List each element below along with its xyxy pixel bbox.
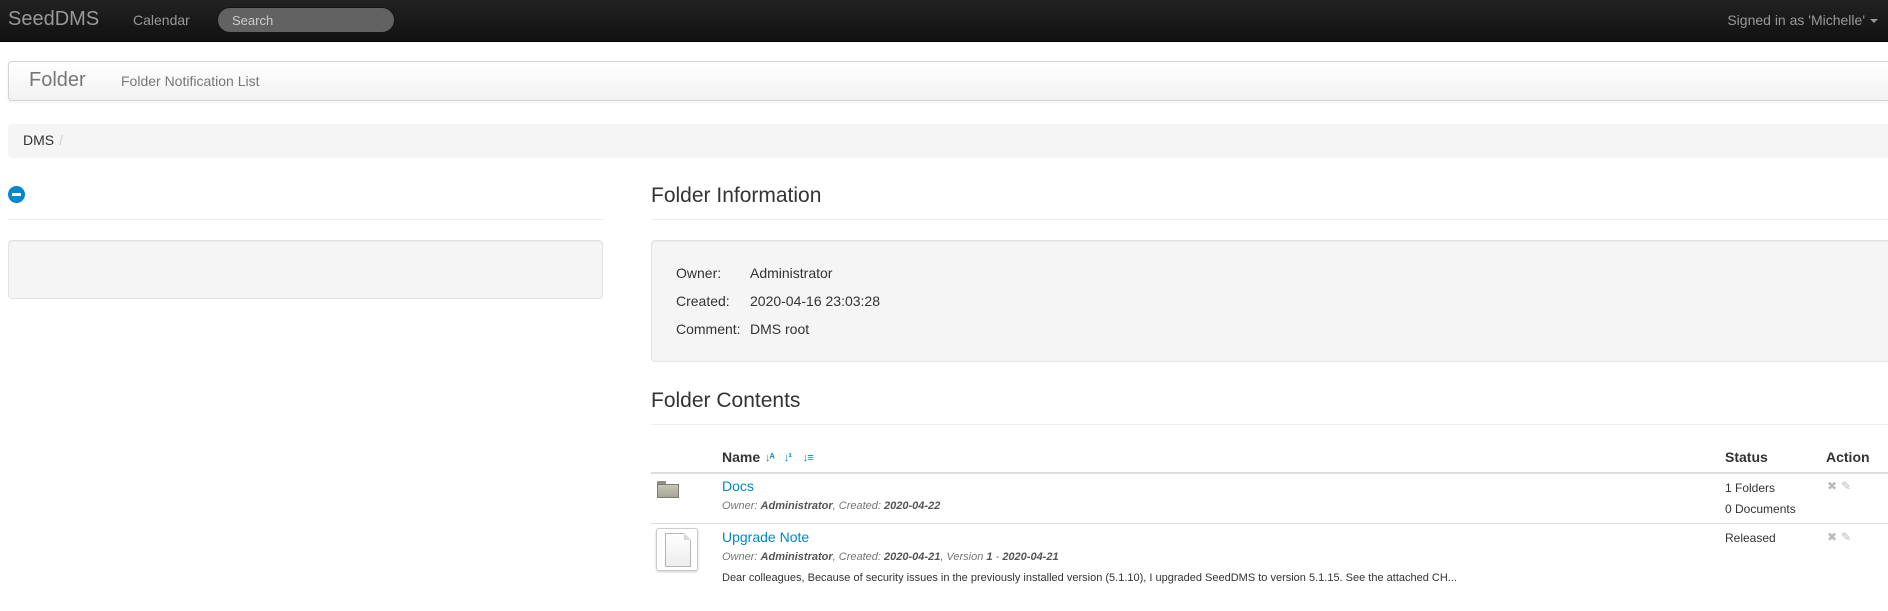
folder-notification-list-link[interactable]: Folder Notification List bbox=[121, 73, 260, 89]
user-menu[interactable]: Signed in as 'Michelle' bbox=[1727, 12, 1878, 28]
document-meta: Owner: Administrator, Created: 2020-04-2… bbox=[722, 551, 1059, 563]
sort-controls: ↓ᴬ ↓¹ ↓≡ bbox=[765, 448, 818, 466]
breadcrumb-item-dms[interactable]: DMS bbox=[23, 132, 54, 148]
document-name-link[interactable]: Upgrade Note bbox=[722, 529, 809, 545]
sort-numeric-icon[interactable]: ↓¹ bbox=[784, 450, 799, 466]
delete-icon[interactable]: ✖ bbox=[1827, 530, 1837, 544]
edit-icon[interactable]: ✎ bbox=[1841, 479, 1851, 493]
folder-actions: ✖ ✎ bbox=[1827, 479, 1855, 493]
folder-navbar: Folder Folder Notification List bbox=[8, 61, 1888, 101]
signed-in-label: Signed in as 'Michelle' bbox=[1727, 12, 1865, 28]
sort-alpha-icon[interactable]: ↓ᴬ bbox=[765, 450, 780, 466]
delete-icon[interactable]: ✖ bbox=[1827, 479, 1837, 493]
edit-icon[interactable]: ✎ bbox=[1841, 530, 1851, 544]
folder-meta: Owner: Administrator, Created: 2020-04-2… bbox=[722, 500, 941, 512]
folder-contents-divider bbox=[651, 424, 1888, 425]
collapse-tree-icon[interactable] bbox=[8, 186, 25, 203]
table-row-divider bbox=[651, 523, 1888, 524]
nav-calendar-link[interactable]: Calendar bbox=[133, 12, 190, 28]
column-header-name: Name bbox=[722, 449, 761, 465]
folder-information-divider bbox=[651, 219, 1888, 220]
document-thumbnail-icon[interactable] bbox=[656, 528, 698, 571]
search-input[interactable] bbox=[217, 7, 395, 33]
table-header-divider bbox=[651, 472, 1888, 474]
folder-icon[interactable] bbox=[657, 481, 679, 498]
document-status: Released bbox=[1725, 531, 1776, 545]
sort-amount-icon[interactable]: ↓≡ bbox=[803, 450, 818, 466]
column-header-status: Status bbox=[1725, 449, 1768, 465]
document-actions: ✖ ✎ bbox=[1827, 530, 1855, 544]
chevron-down-icon bbox=[1870, 19, 1878, 24]
folder-count-status: 1 Folders bbox=[1725, 481, 1776, 495]
folder-name-link[interactable]: Docs bbox=[722, 478, 754, 494]
breadcrumb-divider: / bbox=[59, 132, 64, 148]
document-count-status: 0 Documents bbox=[1725, 502, 1796, 516]
folder-tree-well bbox=[8, 240, 603, 299]
folder-contents-title: Folder Contents bbox=[651, 389, 801, 412]
owner-label: Owner: bbox=[676, 265, 722, 281]
folder-nav-brand[interactable]: Folder bbox=[29, 69, 86, 92]
created-value: 2020-04-16 23:03:28 bbox=[750, 293, 880, 309]
owner-link[interactable]: Administrator bbox=[750, 265, 832, 281]
breadcrumb: DMS / bbox=[8, 124, 1888, 158]
left-divider bbox=[8, 219, 603, 220]
brand-link[interactable]: SeedDMS bbox=[8, 8, 99, 31]
comment-value: DMS root bbox=[750, 321, 810, 337]
document-comment: Dear colleagues, Because of security iss… bbox=[722, 572, 1457, 584]
folder-information-title: Folder Information bbox=[651, 184, 822, 207]
top-navbar: SeedDMS Calendar Signed in as 'Michelle' bbox=[0, 0, 1888, 42]
comment-label: Comment: bbox=[676, 321, 741, 337]
created-label: Created: bbox=[676, 293, 730, 309]
column-header-action: Action bbox=[1826, 449, 1870, 465]
folder-information-well: Owner: Administrator Created: 2020-04-16… bbox=[651, 240, 1888, 362]
